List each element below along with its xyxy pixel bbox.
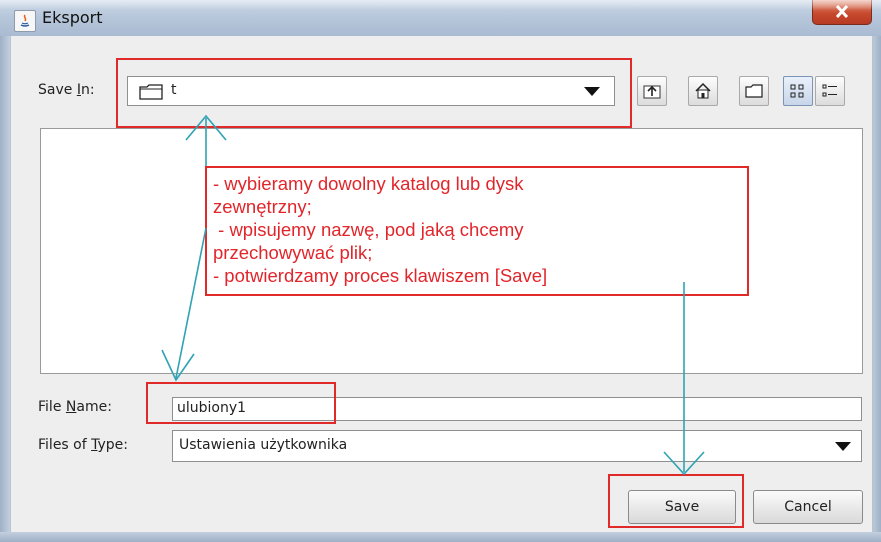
export-dialog-window: Eksport Save In: t File Name: ulubiony1 … <box>0 0 881 542</box>
annotation-arrows <box>161 114 705 476</box>
arrow-to-file-name-shaft <box>175 227 207 379</box>
